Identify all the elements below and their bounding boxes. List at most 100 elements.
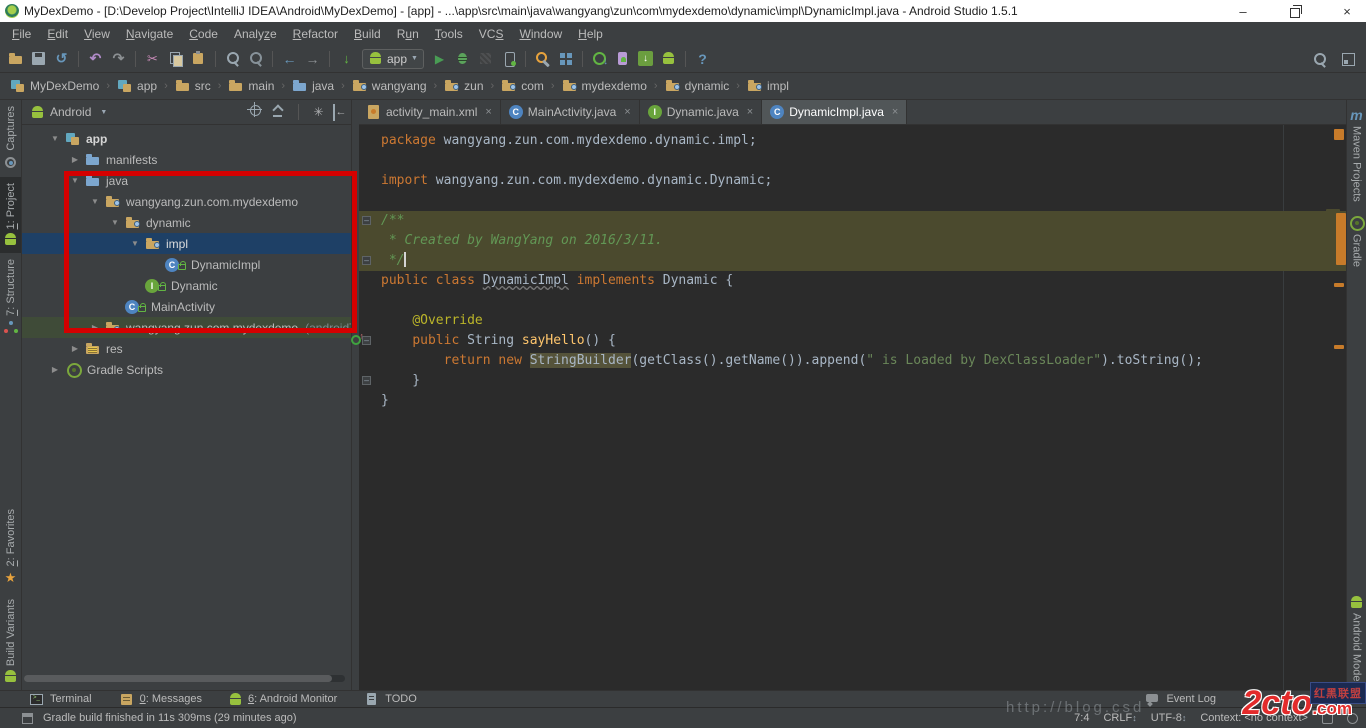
tree-row-app[interactable]: ▼app: [22, 128, 351, 149]
back-button[interactable]: ←: [278, 48, 301, 70]
device-monitor-button[interactable]: [657, 48, 680, 70]
tree-collapsed-icon[interactable]: ▶: [68, 344, 82, 353]
stripe-button-captures[interactable]: Captures: [0, 100, 21, 177]
tree-hscrollbar[interactable]: [24, 675, 345, 682]
tree-row-dynamic[interactable]: ▼dynamic: [22, 212, 351, 233]
menu-tools[interactable]: Tools: [427, 25, 471, 43]
breadcrumb-wangyang[interactable]: wangyang: [350, 77, 429, 95]
warning-stripe-mark[interactable]: [1334, 129, 1344, 140]
toolwindow-toggle-icon[interactable]: [22, 713, 33, 724]
tab-close-icon[interactable]: ×: [892, 106, 898, 118]
tree-expanded-icon[interactable]: ▼: [88, 197, 102, 206]
stripe-button-android-model[interactable]: Android Model: [1347, 589, 1366, 690]
menu-refactor[interactable]: Refactor: [285, 25, 346, 43]
code-editor[interactable]: package wangyang.zun.com.mydexdemo.dynam…: [359, 125, 1346, 690]
sync-button[interactable]: ↺: [50, 48, 73, 70]
stripe-button-2-favorites[interactable]: 2: Favorites★: [0, 503, 21, 592]
status-crlf[interactable]: CRLF↕: [1103, 712, 1136, 724]
highlighting-level-icon[interactable]: [1322, 713, 1333, 724]
tab-mainactivity-java[interactable]: CMainActivity.java×: [501, 100, 640, 124]
menu-file[interactable]: File: [4, 25, 39, 43]
stripe-button-7-structure[interactable]: 7: Structure: [0, 253, 21, 342]
project-structure-button[interactable]: [554, 48, 577, 70]
toolwindow-button-todo[interactable]: TODO: [363, 691, 417, 708]
stripe-button-gradle[interactable]: Gradle: [1347, 208, 1366, 273]
breadcrumb-main[interactable]: main: [226, 77, 276, 95]
toolwindow-button-event-log[interactable]: Event Log: [1144, 691, 1216, 708]
sync-project-button[interactable]: [588, 48, 611, 70]
menu-run[interactable]: Run: [389, 25, 427, 43]
breadcrumb-dynamic[interactable]: dynamic: [663, 77, 732, 95]
tab-close-icon[interactable]: ×: [485, 106, 491, 118]
menu-vcs[interactable]: VCS: [471, 25, 512, 43]
tree-row-gradle-scripts[interactable]: ▶Gradle Scripts: [22, 359, 351, 380]
collapse-all-button[interactable]: [270, 102, 287, 122]
stripe-button-1-project[interactable]: 1: Project: [0, 177, 21, 253]
tree-collapsed-icon[interactable]: ▶: [48, 365, 62, 374]
tree-expanded-icon[interactable]: ▼: [68, 176, 82, 185]
paste-button[interactable]: [187, 48, 210, 70]
find-button[interactable]: [221, 48, 244, 70]
tree-row-wangyang-zun-com-mydexdemo[interactable]: ▶wangyang.zun.com.mydexdemo(androidT: [22, 317, 351, 338]
menu-build[interactable]: Build: [346, 25, 389, 43]
panel-splitter[interactable]: [351, 100, 359, 690]
capture-button[interactable]: ↓: [335, 48, 358, 70]
tree-row-mainactivity[interactable]: CMainActivity: [22, 296, 351, 317]
restore-button[interactable]: [1284, 5, 1306, 17]
debug-button[interactable]: [451, 48, 474, 70]
fold-open-icon[interactable]: –: [362, 216, 371, 225]
tab-dynamic-java[interactable]: IDynamic.java×: [640, 100, 762, 124]
menu-view[interactable]: View: [76, 25, 118, 43]
menu-help[interactable]: Help: [570, 25, 611, 43]
breadcrumb-com[interactable]: com: [499, 77, 546, 95]
warning-stripe-mark[interactable]: [1334, 345, 1344, 349]
tab-activity-main-xml[interactable]: activity_main.xml×: [359, 100, 501, 124]
status-7[interactable]: 7:4: [1074, 712, 1089, 724]
tree-row-res[interactable]: ▶res: [22, 338, 351, 359]
run-configuration-combo[interactable]: app▼: [362, 49, 424, 69]
attach-debugger-button[interactable]: [497, 48, 520, 70]
tree-expanded-icon[interactable]: ▼: [108, 218, 122, 227]
toolwindow-button-terminal[interactable]: Terminal: [28, 691, 92, 708]
warning-stripe-mark[interactable]: [1334, 283, 1344, 287]
copy-button[interactable]: [164, 48, 187, 70]
stripe-button-build-variants[interactable]: Build Variants: [0, 593, 21, 690]
tree-row-java[interactable]: ▼java: [22, 170, 351, 191]
tree-row-manifests[interactable]: ▶manifests: [22, 149, 351, 170]
cut-button[interactable]: ✂: [141, 48, 164, 70]
tree-expanded-icon[interactable]: ▼: [128, 239, 142, 248]
tab-close-icon[interactable]: ×: [624, 106, 630, 118]
hide-panel-button[interactable]: ←: [333, 104, 347, 121]
toolwindow-button-6-android-monitor[interactable]: 6: Android Monitor: [228, 692, 337, 707]
close-button[interactable]: ×: [1336, 4, 1358, 19]
sync-gradle-button[interactable]: [531, 48, 554, 70]
breadcrumb-java[interactable]: java: [290, 77, 336, 95]
breadcrumb-mydexdemo[interactable]: mydexdemo: [560, 77, 649, 95]
minimize-button[interactable]: –: [1232, 4, 1254, 19]
status-context[interactable]: Context: <no context>: [1200, 712, 1308, 724]
tree-row-dynamicimpl[interactable]: CDynamicImpl: [22, 254, 351, 275]
sdk-manager-button[interactable]: ↓: [634, 48, 657, 70]
forward-button[interactable]: →: [301, 48, 324, 70]
fold-close-icon[interactable]: –: [362, 376, 371, 385]
run-button[interactable]: ▶: [428, 48, 451, 70]
tree-collapsed-icon[interactable]: ▶: [88, 323, 102, 332]
panels-button[interactable]: [1337, 48, 1360, 70]
replace-button[interactable]: [244, 48, 267, 70]
tree-row-wangyang-zun-com-mydexdemo[interactable]: ▼wangyang.zun.com.mydexdemo: [22, 191, 351, 212]
settings-button[interactable]: ✳: [310, 104, 327, 121]
stripe-button-maven-projects[interactable]: mMaven Projects: [1347, 100, 1366, 208]
toolwindow-button-0-messages[interactable]: 0: Messages: [118, 691, 202, 708]
undo-button[interactable]: ↶: [84, 48, 107, 70]
tab-dynamicimpl-java[interactable]: CDynamicImpl.java×: [762, 100, 907, 124]
fold-close-icon[interactable]: –: [362, 256, 371, 265]
breadcrumb-impl[interactable]: impl: [745, 77, 791, 95]
hector-inspector-icon[interactable]: [1347, 713, 1358, 724]
project-view-selector[interactable]: Android: [50, 105, 91, 119]
menu-window[interactable]: Window: [511, 25, 570, 43]
tree-collapsed-icon[interactable]: ▶: [68, 155, 82, 164]
menu-analyze[interactable]: Analyze: [226, 25, 285, 43]
status-utf-8[interactable]: UTF-8↕: [1151, 712, 1187, 724]
tab-close-icon[interactable]: ×: [747, 106, 753, 118]
redo-button[interactable]: ↷: [107, 48, 130, 70]
